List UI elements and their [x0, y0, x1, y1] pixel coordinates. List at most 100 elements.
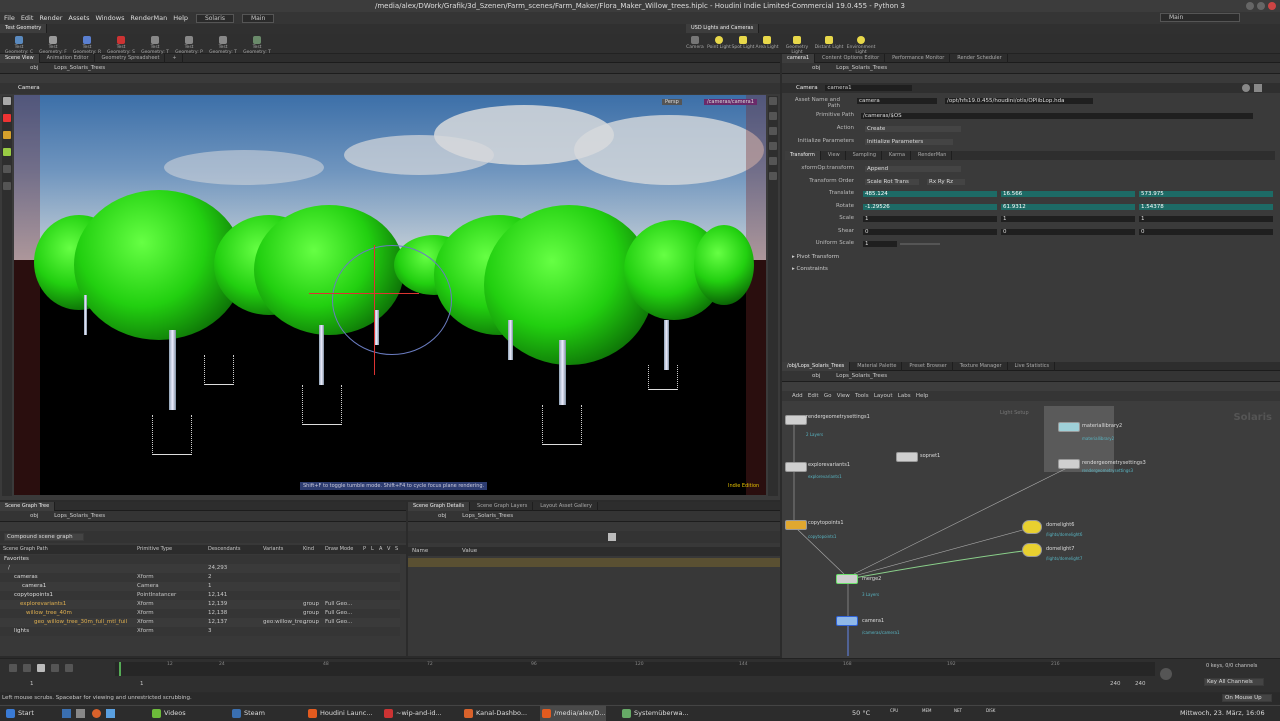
- step-back-icon[interactable]: [23, 664, 31, 672]
- 3d-viewport[interactable]: Persp /cameras/camera1 Shift+F to toggle…: [14, 95, 766, 495]
- tree-row[interactable]: explorevariants1 Xform 12,139 group Full Geo…: [0, 600, 400, 609]
- display-option-icon[interactable]: [769, 127, 777, 135]
- scale-z[interactable]: 1: [1138, 215, 1274, 223]
- col-path[interactable]: Scene Graph Path: [3, 545, 48, 554]
- help-icon[interactable]: [1254, 84, 1262, 92]
- update-mode-select[interactable]: On Mouse Up: [1222, 694, 1272, 702]
- shear-x[interactable]: 0: [862, 228, 998, 236]
- prim-path-field[interactable]: /cameras/$OS: [860, 112, 1254, 120]
- path-root[interactable]: obj: [438, 513, 446, 519]
- tab-transform[interactable]: Transform: [785, 151, 821, 160]
- menu-assets[interactable]: Assets: [68, 12, 89, 24]
- path-root[interactable]: obj: [30, 513, 38, 519]
- pose-tool-icon[interactable]: [3, 131, 11, 139]
- shear-z[interactable]: 0: [1138, 228, 1274, 236]
- start-frame-2[interactable]: 1: [140, 681, 144, 687]
- play-icon[interactable]: [51, 664, 59, 672]
- tab-performance-monitor[interactable]: Performance Monitor: [887, 54, 951, 63]
- tab-render-scheduler[interactable]: Render Scheduler: [952, 54, 1008, 63]
- tab-scene-graph-layers[interactable]: Scene Graph Layers: [472, 502, 534, 511]
- tree-row[interactable]: lights Xform 3: [0, 627, 400, 636]
- key-all-channels-button[interactable]: Key All Channels: [1204, 678, 1264, 686]
- tab-renderman[interactable]: RenderMan: [913, 151, 953, 160]
- tree-row[interactable]: copytopoints1 PointInstancer 12,141: [0, 591, 400, 600]
- menu-edit[interactable]: Edit: [21, 12, 34, 24]
- xform-select[interactable]: Append: [864, 165, 962, 173]
- camera-name-menu[interactable]: /cameras/camera1: [704, 99, 757, 105]
- tab-sampling[interactable]: Sampling: [848, 151, 882, 160]
- start-frame[interactable]: 1: [30, 681, 34, 687]
- tree-row[interactable]: geo_willow_tree_30m_full_mtl_fuil Xform 12…: [0, 618, 400, 627]
- shelf-tool-7[interactable]: Test Geometry: T: [208, 36, 238, 55]
- taskbar-kanal-dashboard[interactable]: Kanal-Dashbo...: [462, 706, 527, 721]
- shelf-tab-usd-lights[interactable]: USD Lights and Cameras: [686, 24, 760, 33]
- context-select[interactable]: Main: [241, 14, 275, 23]
- gear-icon[interactable]: [1242, 84, 1250, 92]
- display-option-icon[interactable]: [769, 112, 777, 120]
- uniform-scale-slider[interactable]: [900, 243, 940, 245]
- filter-icon[interactable]: [608, 533, 616, 541]
- stop-icon[interactable]: [37, 664, 45, 672]
- end-frame[interactable]: 240: [1110, 681, 1121, 687]
- scene-graph-mode-select[interactable]: Compound scene graph: [4, 533, 84, 541]
- tab-camera1[interactable]: camera1: [782, 54, 816, 63]
- camera-menu[interactable]: Camera: [18, 85, 40, 91]
- uniform-scale-field[interactable]: 1: [862, 240, 898, 248]
- menu-renderman[interactable]: RenderMan: [130, 12, 167, 24]
- scale-y[interactable]: 1: [1000, 215, 1136, 223]
- tab-scene-graph-details[interactable]: Scene Graph Details: [408, 502, 471, 511]
- node-sopnet1[interactable]: [896, 452, 918, 462]
- rotate-x[interactable]: -1.29526: [862, 203, 998, 211]
- tab-scene-graph-tree[interactable]: Scene Graph Tree: [0, 502, 56, 511]
- jump-end-icon[interactable]: [65, 664, 73, 672]
- node-domelight7[interactable]: [1022, 543, 1042, 557]
- files-launcher-icon[interactable]: [62, 709, 71, 718]
- timeline-bar[interactable]: 12 24 48 72 96 120 144 168 192 216: [115, 662, 1155, 676]
- tree-row[interactable]: willow_tree_40m Xform 12,138 group Full Geo.…: [0, 609, 400, 618]
- shelf-tab-test-geometry[interactable]: Test Geometry: [0, 24, 48, 33]
- path-network[interactable]: Lops_Solaris_Trees: [836, 65, 887, 71]
- order-select[interactable]: Scale Rot Trans: [864, 178, 920, 186]
- jump-start-icon[interactable]: [9, 664, 17, 672]
- node-domelight6[interactable]: [1022, 520, 1042, 534]
- tab-layout-asset-gallery[interactable]: Layout Asset Gallery: [535, 502, 598, 511]
- node-name-field[interactable]: camera1: [825, 85, 912, 91]
- path-root[interactable]: obj: [30, 65, 38, 71]
- shelf-tool-area-light[interactable]: Area Light: [752, 36, 782, 50]
- current-frame-marker[interactable]: [119, 662, 121, 676]
- keyframe-icon[interactable]: [1160, 668, 1172, 680]
- shelf-tool-distant-light[interactable]: Distant Light: [814, 36, 844, 50]
- tree-row[interactable]: camera1 Camera 1: [0, 582, 400, 591]
- taskbar-houdini-window[interactable]: /media/alex/D...: [540, 706, 606, 721]
- asset-name-field[interactable]: camera: [856, 97, 938, 105]
- path-network[interactable]: Lops_Solaris_Trees: [462, 513, 513, 519]
- minimize-window-icon[interactable]: [1246, 2, 1254, 10]
- pivot-folder[interactable]: ▸ Pivot Transform: [792, 254, 839, 260]
- path-root[interactable]: obj: [812, 65, 820, 71]
- node-materiallibrary2[interactable]: [1058, 422, 1080, 432]
- scale-x[interactable]: 1: [862, 215, 998, 223]
- menu-windows[interactable]: Windows: [95, 12, 124, 24]
- handle-axis-y[interactable]: [374, 245, 375, 375]
- tab-animation-editor[interactable]: Animation Editor: [42, 54, 95, 63]
- shelf-tool-1[interactable]: Test Geometry: C: [4, 36, 34, 55]
- display-option-icon[interactable]: [769, 142, 777, 150]
- taskbar-videos[interactable]: Videos: [150, 706, 186, 721]
- node-merge2[interactable]: [836, 574, 858, 584]
- desktop-right-select[interactable]: Main: [1160, 13, 1240, 22]
- col-draw-mode[interactable]: Draw Mode: [325, 545, 353, 554]
- tab-view[interactable]: View: [823, 151, 846, 160]
- col-variants[interactable]: Variants: [263, 545, 283, 554]
- tab-content-options[interactable]: Content Options Editor: [817, 54, 886, 63]
- taskbar-steam[interactable]: Steam: [230, 706, 265, 721]
- persp-menu[interactable]: Persp: [662, 99, 682, 105]
- node-camera1[interactable]: [836, 616, 858, 626]
- close-window-icon[interactable]: [1268, 2, 1276, 10]
- view-tool-icon[interactable]: [3, 148, 11, 156]
- shelf-tool-2[interactable]: Test Geometry: F: [38, 36, 68, 55]
- shelf-tool-6[interactable]: Test Geometry: P: [174, 36, 204, 55]
- node-explorevariants1[interactable]: [785, 462, 807, 472]
- shelf-tool-5[interactable]: Test Geometry: T: [140, 36, 170, 55]
- transform-handle[interactable]: [332, 245, 452, 355]
- display-option-icon[interactable]: [769, 157, 777, 165]
